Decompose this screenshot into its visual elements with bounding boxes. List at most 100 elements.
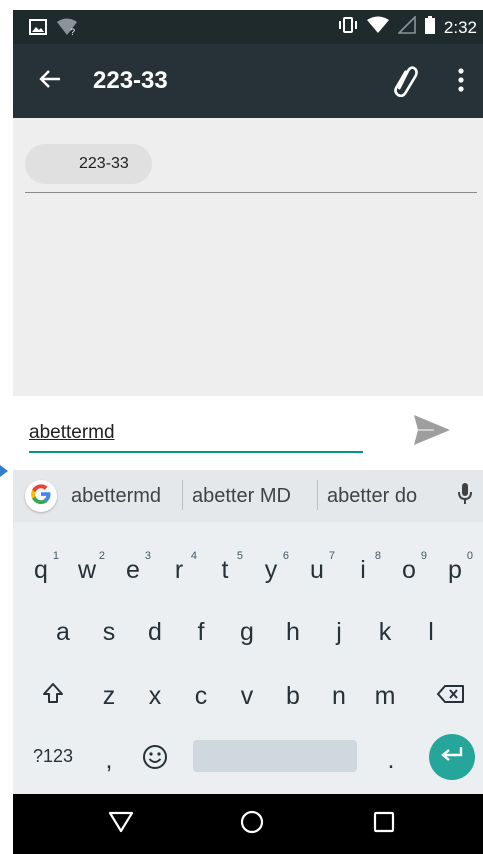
key-t[interactable]: t5 — [203, 542, 247, 598]
key-i[interactable]: i8 — [341, 542, 385, 598]
key-label: r — [174, 555, 184, 584]
app-bar: 223-33 — [13, 44, 483, 118]
shift-key[interactable] — [31, 668, 75, 724]
device-screen: ? ! 2:32 223-33 223-33 abettermd abetter… — [13, 10, 483, 854]
key-hint: 9 — [420, 550, 427, 562]
google-g-button[interactable] — [25, 480, 57, 512]
space-key[interactable] — [193, 740, 357, 772]
key-m[interactable]: m — [363, 668, 407, 724]
attach-button[interactable] — [385, 62, 425, 102]
key-label: t — [221, 555, 229, 584]
key-f[interactable]: f — [179, 604, 223, 660]
key-a[interactable]: a — [41, 604, 85, 660]
focus-indicator-icon — [0, 464, 8, 477]
navigation-bar — [13, 794, 483, 854]
microphone-icon — [457, 482, 473, 511]
message-input[interactable] — [29, 418, 363, 448]
wifi-question-icon: ? — [57, 18, 77, 41]
symbols-key[interactable]: ?123 — [29, 740, 77, 772]
nav-recents-button[interactable] — [368, 808, 400, 840]
battery-icon — [424, 16, 435, 39]
recipient-divider — [25, 192, 477, 193]
send-icon — [412, 413, 452, 452]
key-w[interactable]: w2 — [65, 542, 109, 598]
message-input-underline — [29, 451, 363, 453]
key-label: i — [360, 555, 366, 584]
image-notification-icon — [29, 19, 47, 40]
status-clock: 2:32 — [443, 17, 477, 37]
recipient-chip[interactable]: 223-33 — [25, 144, 152, 184]
key-hint: 1 — [52, 550, 59, 562]
recents-square-icon — [373, 811, 395, 838]
key-hint: 8 — [374, 550, 381, 562]
key-hint: 4 — [190, 550, 197, 562]
key-p[interactable]: p0 — [433, 542, 477, 598]
suggestion-1[interactable]: abettermd — [71, 484, 161, 508]
key-label: w — [77, 555, 97, 584]
key-label: u — [310, 555, 324, 584]
wifi-signal-icon: ! — [366, 16, 389, 39]
suggestion-2[interactable]: abetter MD — [192, 484, 291, 508]
vibrate-icon — [338, 16, 358, 39]
key-hint: 0 — [466, 550, 473, 562]
backspace-icon — [437, 682, 465, 711]
key-k[interactable]: k — [363, 604, 407, 660]
key-r[interactable]: r4 — [157, 542, 201, 598]
key-label: q — [34, 555, 48, 584]
recipient-chip-label: 223-33 — [79, 155, 129, 172]
cell-signal-icon — [396, 15, 416, 39]
nav-back-button[interactable] — [105, 808, 137, 840]
send-button[interactable] — [410, 412, 454, 452]
key-hint: 3 — [144, 550, 151, 562]
key-label: e — [126, 555, 140, 584]
key-c[interactable]: c — [179, 668, 223, 724]
enter-icon — [440, 746, 464, 769]
key-label: o — [402, 555, 416, 584]
key-hint: 6 — [282, 550, 289, 562]
voice-input-button[interactable] — [453, 482, 477, 510]
backspace-key[interactable] — [429, 668, 473, 724]
nav-home-button[interactable] — [236, 808, 268, 840]
shift-icon — [42, 682, 64, 711]
key-q[interactable]: q1 — [19, 542, 63, 598]
key-s[interactable]: s — [87, 604, 131, 660]
enter-key[interactable] — [429, 734, 475, 780]
key-l[interactable]: l — [409, 604, 453, 660]
emoji-key[interactable] — [133, 732, 177, 788]
period-key[interactable]: . — [369, 732, 413, 788]
google-g-icon — [30, 483, 52, 510]
key-d[interactable]: d — [133, 604, 177, 660]
svg-text:?: ? — [70, 27, 75, 36]
more-options-button[interactable] — [446, 64, 476, 100]
suggestion-divider — [182, 480, 183, 510]
key-hint: 5 — [236, 550, 243, 562]
key-b[interactable]: b — [271, 668, 315, 724]
comma-key[interactable]: , — [87, 732, 131, 788]
key-v[interactable]: v — [225, 668, 269, 724]
emoji-icon — [142, 744, 168, 777]
conversation-title: 223-33 — [93, 67, 168, 94]
key-y[interactable]: y6 — [249, 542, 293, 598]
suggestion-3[interactable]: abetter do — [327, 484, 417, 508]
back-triangle-icon — [108, 811, 134, 838]
key-e[interactable]: e3 — [111, 542, 155, 598]
key-u[interactable]: u7 — [295, 542, 339, 598]
key-n[interactable]: n — [317, 668, 361, 724]
key-j[interactable]: j — [317, 604, 361, 660]
paperclip-icon — [388, 63, 422, 102]
back-button[interactable] — [35, 66, 65, 96]
key-o[interactable]: o9 — [387, 542, 431, 598]
svg-text:!: ! — [382, 26, 384, 34]
status-bar: ? ! 2:32 — [13, 10, 483, 44]
key-h[interactable]: h — [271, 604, 315, 660]
key-hint: 7 — [328, 550, 335, 562]
key-g[interactable]: g — [225, 604, 269, 660]
key-x[interactable]: x — [133, 668, 177, 724]
conversation-area: 223-33 — [13, 118, 483, 396]
key-z[interactable]: z — [87, 668, 131, 724]
suggestion-strip: abettermd abetter MD abetter do — [13, 470, 483, 522]
key-label: y — [264, 555, 278, 584]
home-circle-icon — [240, 810, 264, 839]
key-hint: 2 — [98, 550, 105, 562]
soft-keyboard: abettermd abetter MD abetter do q1 w2 e3… — [13, 470, 483, 794]
